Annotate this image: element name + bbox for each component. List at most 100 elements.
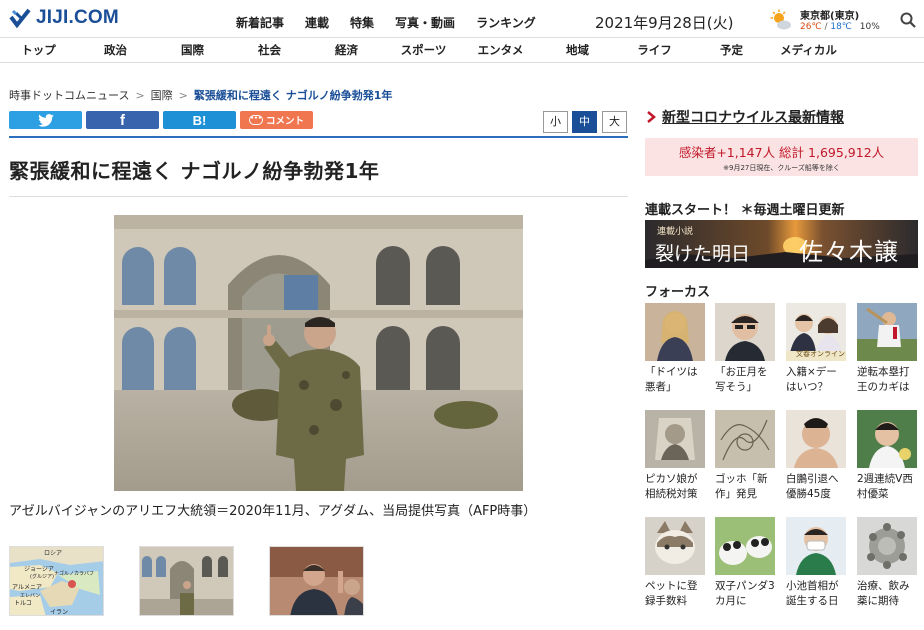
focus-text: 「お正月を写そう」: [715, 366, 768, 393]
focus-text: 2週連続V西村優菜: [857, 473, 913, 500]
article-headline: 緊張緩和に程遠く ナゴルノ紛争勃発1年: [9, 159, 380, 183]
focus-text: 「ドイツは悪者」: [645, 366, 698, 393]
temp-separator: /: [824, 22, 828, 32]
cat-sports[interactable]: スポーツ: [385, 38, 462, 62]
focus-text: 小池首相が誕生する日: [786, 580, 839, 607]
rain-chance: 10%: [859, 22, 880, 32]
cat-regional[interactable]: 地域: [539, 38, 616, 62]
covid-section-link[interactable]: 新型コロナウイルス最新情報: [645, 107, 844, 127]
focus-item[interactable]: ペットに登録手数料: [645, 517, 705, 609]
divider: [9, 196, 628, 197]
focus-item[interactable]: ゴッホ「新作」発見: [715, 410, 775, 502]
weather-city: 東京都(東京): [800, 11, 860, 22]
focus-item[interactable]: 2週連続V西村優菜: [857, 410, 917, 502]
focus-image: [645, 517, 705, 575]
aliyev-agdam-photo: [114, 215, 523, 491]
focus-text: ペットに登録手数料: [645, 580, 698, 607]
focus-item[interactable]: 逆転本塁打王のカギは: [857, 303, 917, 395]
site-logo[interactable]: JIJI.COM: [9, 7, 119, 29]
focus-text: ピカソ娘が相続税対策: [645, 473, 698, 500]
chevron-right-icon: [647, 111, 656, 123]
focus-image: [857, 410, 917, 468]
jiji-logo-icon: [9, 8, 31, 29]
cat-life[interactable]: ライフ: [616, 38, 693, 62]
font-size-large-button[interactable]: 大: [602, 111, 627, 133]
focus-image: [786, 517, 846, 575]
cat-medical[interactable]: メディカル: [770, 38, 847, 62]
cat-politics[interactable]: 政治: [77, 38, 154, 62]
focus-item[interactable]: 小池首相が誕生する日: [786, 517, 846, 609]
map-label-georgia: ジョージア: [24, 566, 54, 573]
top-nav: 新着記事 連載 特集 写真・動画 ランキング: [236, 14, 557, 31]
focus-text: 逆転本塁打王のカギは: [857, 366, 910, 393]
focus-image: [645, 410, 705, 468]
weather-temps: 26℃ / 18℃ 10%: [800, 22, 880, 32]
article-main-photo[interactable]: [114, 215, 523, 491]
nav-link-ranking[interactable]: ランキング: [476, 14, 536, 31]
nav-link-features[interactable]: 特集: [350, 14, 374, 31]
cat-top[interactable]: トップ: [0, 38, 77, 62]
focus-item[interactable]: 治療、飲み薬に期待: [857, 517, 917, 609]
serial-novel-banner[interactable]: 連載小説 裂けた明日 佐々木譲: [645, 220, 918, 268]
facebook-f-icon: f: [120, 111, 125, 129]
temp-high: 26℃: [800, 22, 822, 32]
hatena-bookmark-button[interactable]: B!: [163, 111, 236, 129]
twitter-share-button[interactable]: [9, 111, 82, 129]
weather-widget[interactable]: 東京都(東京) 26℃ / 18℃ 10%: [770, 7, 885, 35]
nav-link-photo-video[interactable]: 写真・動画: [395, 14, 455, 31]
breadcrumb-home[interactable]: 時事ドットコムニュース: [9, 89, 129, 102]
serial-heading: 連載スタート！ ＊毎週土曜日更新: [645, 203, 845, 218]
focus-item[interactable]: 「お正月を写そう」: [715, 303, 775, 395]
focus-item[interactable]: 「ドイツは悪者」: [645, 303, 705, 395]
font-size-small-button[interactable]: 小: [543, 111, 568, 133]
serial-novel-title: 裂けた明日: [655, 243, 751, 265]
focus-image: [786, 410, 846, 468]
agdam-thumb-image: [140, 547, 233, 615]
cat-society[interactable]: 社会: [231, 38, 308, 62]
facebook-share-button[interactable]: f: [86, 111, 159, 129]
focus-item[interactable]: 白鵬引退へ優勝45度: [786, 410, 846, 502]
breadcrumb: 時事ドットコムニュース > 国際 > 緊張緩和に程遠く ナゴルノ紛争勃発1年: [9, 87, 392, 103]
cat-entertainment[interactable]: エンタメ: [462, 38, 539, 62]
comment-bubble-icon: •••: [248, 115, 263, 125]
map-label-russia: ロシア: [44, 550, 62, 557]
bunshun-overlay-label: 文春オンライン: [796, 350, 845, 358]
divider: [9, 136, 628, 138]
focus-image: 文春オンライン: [786, 303, 846, 361]
photo-caption: アゼルバイジャンのアリエフ大統領＝2020年11月、アグダム、当局提供写真（AF…: [9, 504, 537, 519]
breadcrumb-current: 緊張緩和に程遠く ナゴルノ紛争勃発1年: [193, 89, 393, 102]
focus-image: [857, 517, 917, 575]
comment-button[interactable]: ••• コメント: [240, 111, 313, 129]
twitter-bird-icon: [37, 113, 54, 127]
serial-small-label: 連載小説: [657, 227, 694, 237]
sunny-cloudy-icon: [770, 9, 791, 30]
thumbnail-pashinyan[interactable]: [269, 546, 364, 616]
map-label-nagorno: ナゴルノカラバフ: [54, 570, 94, 577]
thumbnail-map[interactable]: ロシア ジョージア (グルジア) ナゴルノカラバフ アルメニア エレバン トルコ…: [9, 546, 104, 616]
focus-item[interactable]: ピカソ娘が相続税対策: [645, 410, 705, 502]
font-size-medium-button[interactable]: 中: [572, 111, 597, 133]
focus-item[interactable]: 双子パンダ3カ月に: [715, 517, 775, 609]
focus-text: 治療、飲み薬に期待: [857, 580, 910, 607]
temp-low: 18℃: [830, 22, 852, 32]
covid-title: 新型コロナウイルス最新情報: [662, 110, 844, 126]
map-label-yerevan: エレバン: [20, 593, 40, 599]
focus-image: [715, 517, 775, 575]
covid-stats-box[interactable]: 感染者+1,147人 総計 1,695,912人 ※9月27日現在、クルーズ船等…: [645, 138, 918, 176]
breadcrumb-international[interactable]: 国際: [151, 89, 173, 102]
cat-schedule[interactable]: 予定: [693, 38, 770, 62]
covid-counts: 感染者+1,147人 総計 1,695,912人: [678, 145, 885, 160]
cat-international[interactable]: 国際: [154, 38, 231, 62]
thumbnail-agdam[interactable]: [139, 546, 234, 616]
serial-author: 佐々木譲: [799, 238, 899, 266]
focus-item[interactable]: 文春オンライン 入籍×デーはいつ？: [786, 303, 846, 395]
map-label-armenia: アルメニア: [12, 584, 42, 591]
nav-link-series[interactable]: 連載: [305, 14, 329, 31]
search-icon[interactable]: [900, 12, 916, 28]
nav-link-latest[interactable]: 新着記事: [236, 14, 284, 31]
cat-economy[interactable]: 経済: [308, 38, 385, 62]
covid-note: ※9月27日現在、クルーズ船等を除く: [723, 164, 840, 172]
focus-text: 双子パンダ3カ月に: [715, 580, 775, 607]
focus-image: [715, 303, 775, 361]
breadcrumb-separator: >: [178, 89, 188, 102]
